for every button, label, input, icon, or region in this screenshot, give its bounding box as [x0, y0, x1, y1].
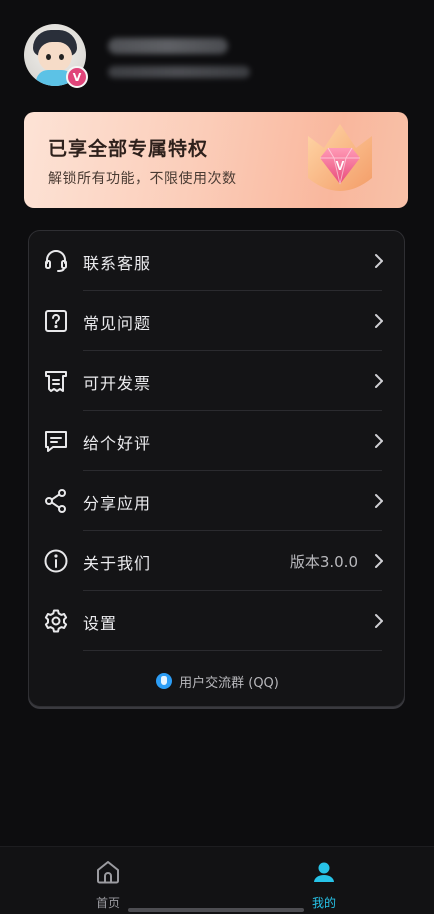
user-id-redacted — [108, 66, 250, 78]
menu-item-label: 关于我们 — [83, 554, 152, 573]
vip-subtitle: 解锁所有功能，不限使用次数 — [48, 171, 237, 187]
vip-badge: V — [66, 66, 88, 88]
menu-item-invoice[interactable]: 可开发票 — [29, 351, 406, 411]
version-text: 版本3.0.0 — [289, 553, 358, 571]
share-icon — [45, 489, 66, 513]
headset-icon — [45, 250, 67, 272]
comment-icon — [45, 431, 67, 452]
menu-item-customer-service[interactable]: 联系客服 — [29, 231, 406, 291]
chevron-right-icon — [375, 494, 383, 508]
profile-header[interactable]: V — [24, 24, 414, 94]
menu-item-label: 可开发票 — [83, 374, 152, 393]
home-indicator — [128, 908, 304, 912]
menu-item-about[interactable]: 关于我们 版本3.0.0 — [29, 531, 406, 591]
invoice-icon — [45, 371, 67, 392]
home-icon — [97, 861, 119, 884]
username-redacted — [108, 38, 228, 54]
bottom-tab-bar: 首页 我的 — [0, 846, 434, 914]
menu-item-review[interactable]: 给个好评 — [29, 411, 406, 471]
menu-item-label: 联系客服 — [83, 254, 152, 273]
menu-card: 联系客服 常见问题 可开发票 给个好评 分享应用 关于我们 版本3.0.0 设置… — [28, 230, 405, 707]
gear-icon — [44, 609, 68, 633]
menu-item-label: 常见问题 — [83, 314, 152, 333]
vip-letter: V — [336, 158, 345, 173]
chevron-right-icon — [375, 254, 383, 268]
tab-mine[interactable]: 我的 — [284, 857, 364, 913]
menu-item-label: 设置 — [83, 614, 118, 633]
menu-item-label: 分享应用 — [83, 494, 152, 513]
chevron-right-icon — [375, 314, 383, 328]
vip-card[interactable]: 已享全部专属特权 解锁所有功能，不限使用次数 V — [24, 112, 408, 208]
chevron-right-icon — [375, 554, 383, 568]
qq-icon — [156, 673, 173, 689]
chevron-right-icon — [375, 434, 383, 448]
vip-title: 已享全部专属特权 — [48, 138, 209, 160]
menu-item-faq[interactable]: 常见问题 — [29, 291, 406, 351]
menu-item-settings[interactable]: 设置 — [29, 591, 406, 651]
menu-item-label: 给个好评 — [83, 434, 152, 453]
chevron-right-icon — [375, 374, 383, 388]
menu-item-share[interactable]: 分享应用 — [29, 471, 406, 531]
qq-group-link[interactable]: 用户交流群 (QQ) — [29, 667, 406, 695]
chevron-right-icon — [375, 614, 383, 628]
user-icon — [314, 862, 334, 882]
question-icon — [45, 310, 67, 332]
info-icon — [44, 549, 68, 573]
diamond-crown-icon: V — [308, 124, 372, 191]
qq-group-label: 用户交流群 (QQ) — [179, 675, 279, 691]
tab-home[interactable]: 首页 — [68, 857, 148, 913]
